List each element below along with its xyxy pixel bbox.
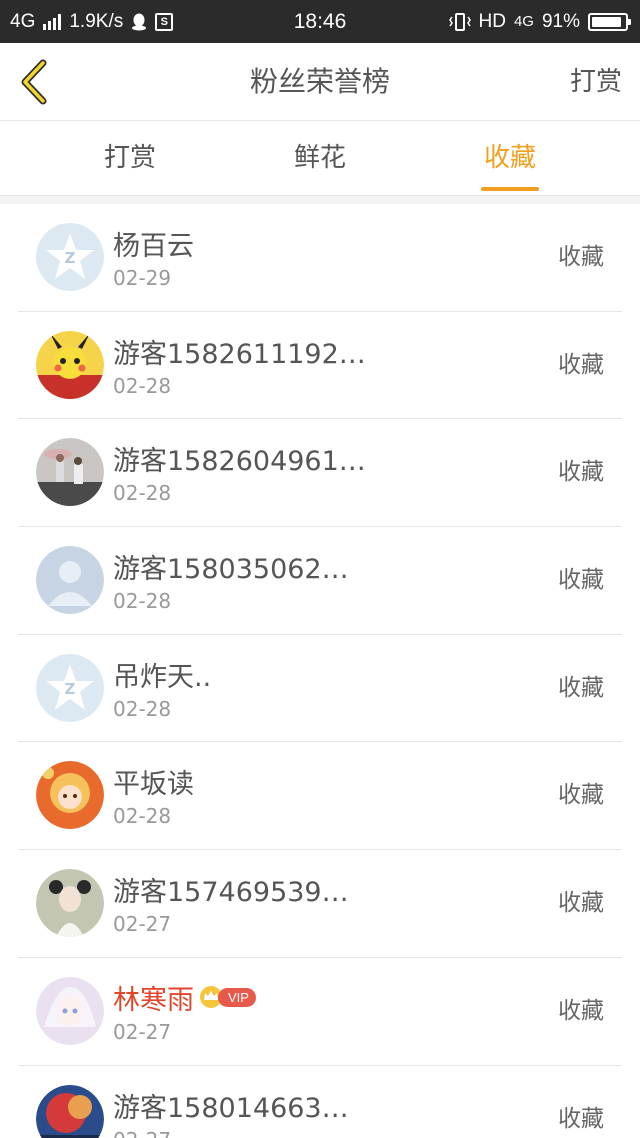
- collect-label: 收藏: [558, 459, 604, 486]
- vibrate-icon: [448, 12, 471, 31]
- user-name: 游客1582604961…: [113, 439, 366, 478]
- user-name-text: 游客158014663…: [113, 1092, 349, 1124]
- user-name-text: 游客158035062…: [113, 554, 349, 586]
- list-item[interactable]: 游客1582604961… 02-28 收藏: [0, 419, 640, 528]
- avatar[interactable]: [36, 438, 104, 507]
- avatar[interactable]: [36, 976, 104, 1045]
- tab-collect[interactable]: 收藏: [440, 121, 580, 196]
- tab-active-indicator: [481, 187, 539, 191]
- reward-button[interactable]: 打赏: [570, 43, 622, 121]
- date-label: 02-27: [113, 1128, 171, 1138]
- status-left: 4G 1.9K/s S: [0, 11, 260, 33]
- user-name-text: 林寒雨: [113, 984, 194, 1016]
- qzone-star-icon[interactable]: Z: [36, 223, 104, 291]
- date-label: 02-28: [113, 696, 172, 721]
- user-name-text: 吊炸天..: [113, 661, 212, 693]
- user-name-text: 游客157469539…: [113, 877, 349, 909]
- date-label: 02-27: [113, 912, 172, 937]
- collect-label: 收藏: [558, 351, 604, 378]
- chevron-left-icon: [21, 59, 47, 105]
- list-item[interactable]: 游客1582611192… 02-28 收藏: [0, 312, 640, 420]
- status-bar: 4G 1.9K/s S 18:46 HD 4G 91%: [0, 0, 640, 43]
- user-name: 游客158014663…: [113, 1086, 349, 1125]
- user-name: 吊炸天..: [113, 655, 211, 694]
- list-item[interactable]: 游客158014663… 02-27 收藏: [0, 1066, 640, 1138]
- collect-label: 收藏: [558, 1105, 604, 1132]
- collect-label: 收藏: [558, 890, 604, 917]
- date-label: 02-28: [113, 481, 172, 506]
- qq-icon: [132, 13, 147, 30]
- list-item[interactable]: 游客157469539… 02-27 收藏: [0, 850, 640, 958]
- tab-reward[interactable]: 打赏: [60, 121, 200, 196]
- list-item[interactable]: 游客158035062… 02-28 收藏: [0, 527, 640, 635]
- vip-label: VIP: [218, 987, 256, 1007]
- battery-percent: 91%: [541, 10, 580, 32]
- network-speed: 1.9K/s: [69, 10, 124, 32]
- s-notification-icon: S: [155, 12, 174, 31]
- list-item[interactable]: Z 吊炸天.. 02-28 收藏: [0, 635, 640, 743]
- battery-fill: [592, 16, 622, 27]
- svg-text:Z: Z: [65, 249, 76, 267]
- collect-label: 收藏: [558, 244, 604, 270]
- user-name: 游客157469539…: [113, 870, 349, 909]
- user-name-text: 游客1582604961…: [113, 446, 366, 478]
- signal-icon: [43, 13, 62, 30]
- date-label: 02-28: [113, 373, 172, 398]
- default-person-icon[interactable]: [36, 546, 104, 615]
- tab-label: 收藏: [483, 143, 536, 173]
- nav-bar: 粉丝荣誉榜 打赏: [0, 43, 640, 121]
- vip-badge: VIP: [198, 985, 256, 1009]
- avatar[interactable]: [36, 330, 104, 399]
- date-label: 02-29: [113, 266, 172, 290]
- tab-label: 打赏: [103, 143, 156, 173]
- collect-label: 收藏: [558, 782, 604, 809]
- date-label: 02-28: [113, 589, 172, 614]
- collect-label: 收藏: [558, 567, 604, 594]
- battery-icon: [588, 12, 631, 31]
- page-title: 粉丝荣誉榜: [249, 65, 390, 98]
- user-name-text: 杨百云: [113, 231, 194, 262]
- user-name: 林寒雨 VIP: [113, 978, 256, 1017]
- user-name-text: 平坂读: [113, 769, 194, 801]
- qzone-star-icon[interactable]: Z: [36, 653, 104, 722]
- list-item[interactable]: 平坂读 02-28 收藏: [0, 742, 640, 851]
- user-name: 杨百云: [113, 224, 194, 263]
- collect-label: 收藏: [558, 674, 604, 701]
- fan-list: Z 杨百云 02-29 收藏 游客1582611192… 02-28 收藏 游客1582604…: [0, 204, 640, 1138]
- user-name: 游客1582611192…: [113, 332, 366, 371]
- tab-bar: 打赏 鲜花 收藏: [0, 121, 640, 196]
- status-right: HD 4G 91%: [448, 10, 640, 33]
- date-label: 02-27: [113, 1019, 172, 1044]
- date-label: 02-28: [113, 804, 172, 829]
- avatar[interactable]: [36, 1084, 104, 1138]
- network-label: 4G: [10, 10, 36, 32]
- hd-label: HD: [478, 10, 506, 32]
- tab-label: 鲜花: [293, 143, 346, 173]
- tab-flowers[interactable]: 鲜花: [250, 121, 390, 196]
- svg-text:Z: Z: [65, 680, 76, 698]
- user-name: 游客158035062…: [113, 547, 349, 586]
- section-gap: [0, 196, 640, 204]
- collect-label: 收藏: [558, 997, 604, 1024]
- back-button[interactable]: [14, 55, 54, 109]
- list-item[interactable]: 林寒雨 VIP 02-27 收藏: [0, 958, 640, 1066]
- avatar[interactable]: [36, 761, 104, 830]
- user-name: 平坂读: [113, 762, 194, 801]
- list-item[interactable]: Z 杨百云 02-29 收藏: [0, 204, 640, 312]
- avatar[interactable]: [36, 869, 104, 938]
- user-name-text: 游客1582611192…: [113, 338, 366, 370]
- network-right-label: 4G: [513, 13, 534, 30]
